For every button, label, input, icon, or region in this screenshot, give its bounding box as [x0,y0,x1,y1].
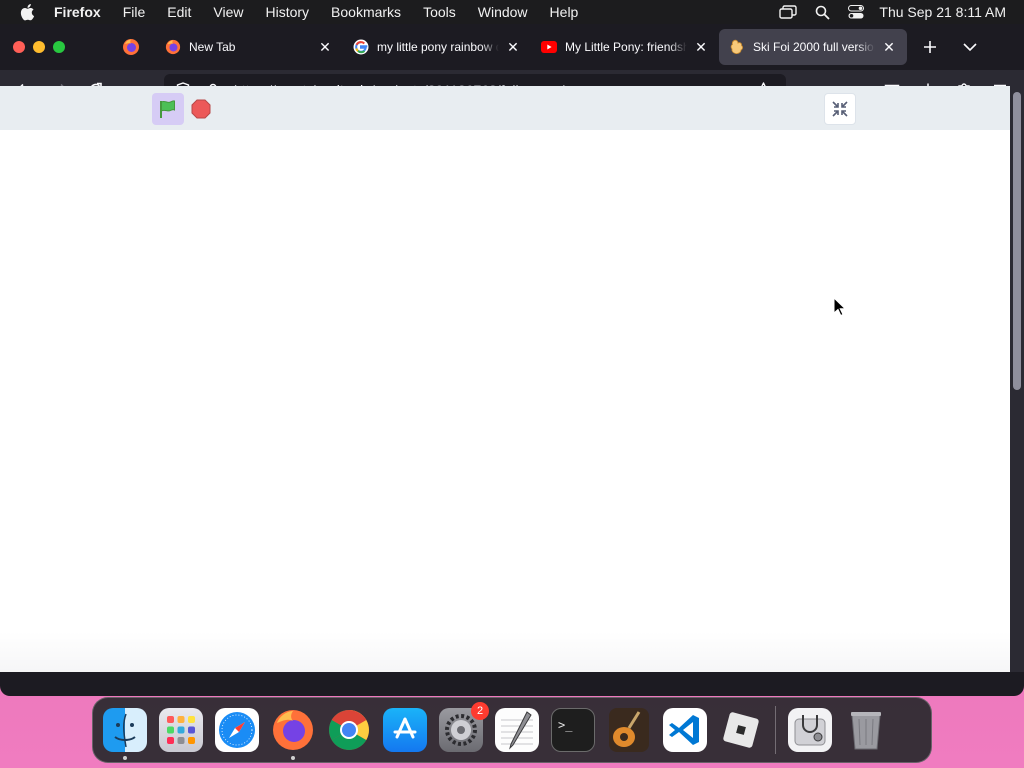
roblox-icon [723,712,759,748]
menu-edit[interactable]: Edit [167,4,191,20]
tab-title: New Tab [189,40,236,54]
project-stage[interactable] [0,130,1010,672]
dock-launchpad[interactable] [159,708,203,752]
terminal-icon: >_ [558,718,573,732]
finder-icon [114,713,136,748]
chrome-icon [329,710,369,750]
menu-bar-clock[interactable]: Thu Sep 21 8:11 AM [879,4,1006,20]
dock-separator [775,706,776,754]
list-all-tabs-button[interactable] [955,32,985,62]
dock-garageband[interactable] [607,708,651,752]
textedit-icon [501,711,533,750]
tab-youtube[interactable]: My Little Pony: friendship is magic ✕ [531,29,719,65]
stethoscope-icon [794,715,826,746]
green-flag-icon [160,100,175,118]
menu-tools[interactable]: Tools [423,4,456,20]
tab-new-tab[interactable]: New Tab ✕ [155,29,343,65]
tab-close-icon[interactable]: ✕ [693,39,709,55]
firefox-icon [123,39,139,55]
dock-safari[interactable] [215,708,259,752]
trash-icon [851,712,881,750]
tab-google-search[interactable]: my little pony rainbow dash ✕ [343,29,531,65]
tab-close-icon[interactable]: ✕ [881,39,897,55]
menu-window[interactable]: Window [478,4,528,20]
dock-trash[interactable] [844,708,888,752]
mouse-pointer-icon [833,297,847,317]
exit-fullscreen-button[interactable] [824,93,856,125]
stage-bottom-edge [0,632,1010,672]
tab-title: My Little Pony: friendship is magic [565,40,687,54]
control-center-icon[interactable] [847,3,865,21]
safari-icon [219,712,255,748]
green-flag-button[interactable] [152,93,184,125]
menu-history[interactable]: History [265,4,309,20]
notification-badge: 2 [471,702,489,720]
spotlight-search-icon[interactable] [813,3,831,21]
dock-app-store[interactable] [383,708,427,752]
screen-mirror-icon[interactable] [779,3,798,21]
menu-app-name[interactable]: Firefox [54,4,101,20]
google-icon [353,39,369,55]
menu-view[interactable]: View [213,4,243,20]
dock: 2 >_ [92,697,932,763]
app-store-icon [393,717,417,739]
scratch-player [0,86,1010,672]
menu-bookmarks[interactable]: Bookmarks [331,4,401,20]
youtube-icon [541,39,557,55]
apple-logo-icon[interactable] [18,2,38,22]
firefox-view-button[interactable] [113,29,149,65]
stage-header [0,86,1010,130]
menu-bar: Firefox File Edit View History Bookmarks… [0,0,1024,24]
guitar-icon [609,708,649,752]
dock-roblox[interactable] [719,708,763,752]
tab-close-icon[interactable]: ✕ [317,39,333,55]
firefox-icon [165,39,181,55]
dock-textedit[interactable] [495,708,539,752]
running-indicator [291,756,295,760]
dock-chrome[interactable] [327,708,371,752]
running-indicator [123,756,127,760]
menu-help[interactable]: Help [550,4,579,20]
tab-title: my little pony rainbow dash [377,40,499,54]
scratch-icon [729,39,745,55]
dock-firefox[interactable] [271,708,315,760]
dock-system-settings[interactable]: 2 [439,702,489,752]
window-controls [13,41,73,53]
dock-vscode[interactable] [663,708,707,752]
tab-close-icon[interactable]: ✕ [505,39,521,55]
svg-text:>_: >_ [558,718,573,732]
tab-scratch-project[interactable]: Ski Foi 2000 full version ✕ [719,29,907,65]
firefox-icon [273,710,313,750]
window-zoom-button[interactable] [53,41,65,53]
page-scrollbar[interactable] [1010,86,1024,672]
stop-button[interactable] [190,98,212,120]
vscode-icon [669,715,699,745]
dock-terminal[interactable]: >_ [551,708,595,752]
menu-file[interactable]: File [123,4,146,20]
plus-icon [924,41,936,53]
dock-disk-utility[interactable] [788,708,832,752]
tab-title: Ski Foi 2000 full version [753,40,875,54]
window-close-button[interactable] [13,41,25,53]
window-minimize-button[interactable] [33,41,45,53]
launchpad-icon [167,716,195,744]
chevron-down-icon [963,42,977,51]
new-tab-button[interactable] [915,32,945,62]
tab-strip: New Tab ✕ my little pony rainbow dash ✕ … [0,24,1024,70]
unfullscreen-icon [832,101,848,117]
stop-icon [191,99,211,119]
scrollbar-thumb[interactable] [1013,92,1021,390]
dock-finder[interactable] [103,708,147,760]
